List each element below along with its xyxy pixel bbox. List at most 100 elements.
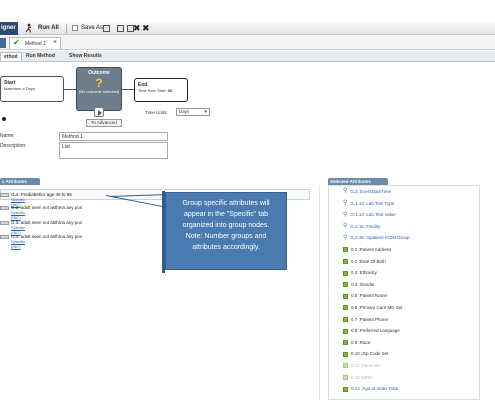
time-units-select[interactable]: Days — [176, 108, 210, 116]
selected-attribute-item[interactable]: 0.7 :Patient Phone — [343, 317, 388, 325]
selected-attribute-item[interactable]: 0.6 :Primary Care MD Set — [343, 305, 403, 313]
attribute-label: G.3 :EventDateTime — [350, 189, 392, 194]
attribute-label: G.1.13 :Lab Test Type — [350, 200, 395, 206]
name-label: Name: — [0, 133, 15, 139]
attribute-icon — [343, 316, 348, 322]
checkmark-icon: ✔ — [13, 38, 20, 47]
tab-run-method[interactable]: Run Method — [23, 52, 58, 61]
group-icon — [0, 193, 9, 197]
selected-attribute-item[interactable]: ⚲ G.2.16 :Facility — [343, 223, 381, 232]
selected-attribute-item[interactable]: 0.12 :MRN — [343, 375, 373, 383]
attribute-icon — [343, 363, 348, 369]
selected-attributes-panel: ⚲ G.3 :EventDateTime ⚲ G.1.13 :Lab Test Typ… — [328, 185, 480, 400]
selected-attribute-item[interactable]: 0.3 :Ethnicity — [343, 270, 377, 278]
attribute-label: 0.8 :Preferred Language — [351, 328, 400, 334]
delete-icon[interactable]: ✖ — [133, 23, 141, 33]
selected-attribute-item[interactable]: 0.9 :Race — [343, 340, 370, 348]
attribute-icon — [343, 282, 348, 288]
name-input[interactable]: Method 1 — [59, 132, 168, 141]
attribute-label: 0.3 :Ethnicity — [351, 270, 377, 276]
attribute-label: 0.7 :Patient Phone — [351, 316, 389, 322]
link-icon: ⚲ — [343, 199, 348, 206]
attribute-icon — [343, 386, 348, 392]
selected-attribute-item[interactable]: 0.8 :Preferred Language — [343, 328, 400, 336]
tab-strip-marker — [0, 38, 6, 48]
link-icon: ⚲ — [343, 188, 348, 195]
link-icon: ⚲ — [343, 211, 348, 218]
tab-show-results[interactable]: Show Results — [66, 52, 105, 61]
attribute-icon — [343, 328, 348, 334]
attribute-icon — [343, 340, 348, 346]
attribute-icon — [343, 247, 348, 253]
selected-attribute-item[interactable]: 0.2 :Date Of Birth — [343, 259, 386, 267]
description-label: Description: — [0, 143, 27, 149]
specific-link[interactable]: Specific (INC) — [11, 210, 25, 220]
start-node[interactable]: Start Maximum # Days — [0, 76, 64, 102]
save-as-checkbox[interactable] — [72, 25, 78, 31]
close-icon[interactable]: ✖ — [142, 23, 150, 33]
outcome-node[interactable]: Outcome ? (No outcome selected) — [76, 67, 122, 111]
save-as-label: Save As — [81, 25, 104, 31]
end-node[interactable]: End Time from Start: 30 — [134, 78, 188, 102]
run-all-button[interactable]: Run All — [38, 24, 59, 33]
selected-attribute-item[interactable]: ⚲ G.1.13 :Lab Test Type — [343, 199, 395, 209]
tab-label: Method 1 — [25, 41, 46, 47]
bullet-icon — [2, 117, 6, 121]
outcome-subtitle: (No outcome selected) — [78, 89, 120, 94]
attribute-label: G.2.16 :Facility — [350, 223, 381, 229]
save-copy-icon[interactable] — [117, 25, 124, 32]
specific-attributes-header: c Attributes — [0, 178, 40, 185]
app-tab[interactable]: igner — [0, 22, 18, 35]
toolbar-divider — [66, 24, 67, 33]
selected-attribute-item[interactable]: 0.5 :Patient Name — [343, 293, 387, 301]
attribute-label: 0.6 :Primary Care MD Set — [351, 305, 403, 310]
selected-attribute-item[interactable]: ⚲ G.3 :EventDateTime — [343, 188, 392, 197]
main-toolbar: igner Run All Save As ✖ ✖ — [0, 22, 495, 35]
time-units-label: Time Units: — [145, 110, 168, 115]
attribute-icon — [343, 305, 348, 311]
selected-attribute-item[interactable]: ⚲ G.2.38 :Inpatient ICDN Group — [343, 235, 410, 243]
selected-attribute-item[interactable]: 0.4 :Gender — [343, 282, 375, 290]
attribute-label: G.1.14 :Lab Test Value — [350, 212, 396, 218]
play-icon[interactable] — [94, 107, 104, 117]
tab-method[interactable]: ethod — [0, 52, 22, 61]
attribute-icon — [343, 258, 348, 264]
attribute-label: 0.9 :Race — [351, 339, 371, 345]
sub-tab-bar: ethod Run Method Show Results — [0, 51, 495, 62]
specific-link[interactable]: Specific (INC) — [11, 239, 25, 249]
attribute-icon — [343, 351, 348, 357]
selected-attributes-header: Selected Attributes — [328, 178, 388, 185]
question-icon: ? — [95, 76, 103, 90]
tab-method-1[interactable]: ✔ Method 1 × — [9, 37, 61, 49]
attribute-icon — [343, 374, 348, 380]
connector — [122, 89, 134, 90]
attribute-label: 0.10 :Zip Code Set — [351, 351, 389, 357]
attribute-label: 0.5 :Patient Name — [351, 293, 388, 299]
attribute-icon — [343, 270, 348, 276]
selected-attribute-item[interactable]: 0.1 :Patient Address — [343, 247, 391, 255]
save-icon[interactable] — [103, 25, 110, 32]
start-subtitle: Maximum # Days — [4, 86, 35, 91]
attribute-label: 0.14 :Age at Index Date — [351, 386, 399, 392]
run-all-icon[interactable] — [24, 23, 34, 33]
attribute-label: 0.4 :Gender — [351, 281, 375, 287]
link-icon: ⚲ — [343, 223, 348, 230]
method-tab-strip: ✔ Method 1 × — [0, 35, 495, 50]
group-icon — [0, 206, 9, 210]
selected-attribute-item[interactable]: 0.14 :Age at Index Date — [343, 386, 398, 394]
group-icon — [0, 221, 9, 225]
close-tab-icon[interactable]: × — [53, 39, 57, 46]
selected-attribute-item[interactable]: 0.11 :PatientID — [343, 363, 380, 371]
attribute-icon — [343, 293, 348, 299]
attribute-label: 0.2 :Date Of Birth — [351, 258, 386, 264]
to-advanced-button[interactable]: To Advanced — [86, 119, 122, 127]
end-days-value: 30 — [167, 88, 173, 93]
selected-attribute-item[interactable]: ⚲ G.1.14 :Lab Test Value — [343, 212, 396, 220]
attribute-label: 0.11 :PatientID — [351, 363, 381, 368]
selected-attribute-item[interactable]: 0.10 :Zip Code Set — [343, 351, 389, 359]
link-icon: ⚲ — [343, 234, 348, 241]
description-input[interactable]: List — [59, 142, 168, 159]
group-icon — [0, 235, 9, 239]
annotation-callout: Group specific attributes will appear in… — [162, 191, 287, 273]
attribute-label: G.2.38 :Inpatient ICDN Group — [350, 235, 410, 241]
